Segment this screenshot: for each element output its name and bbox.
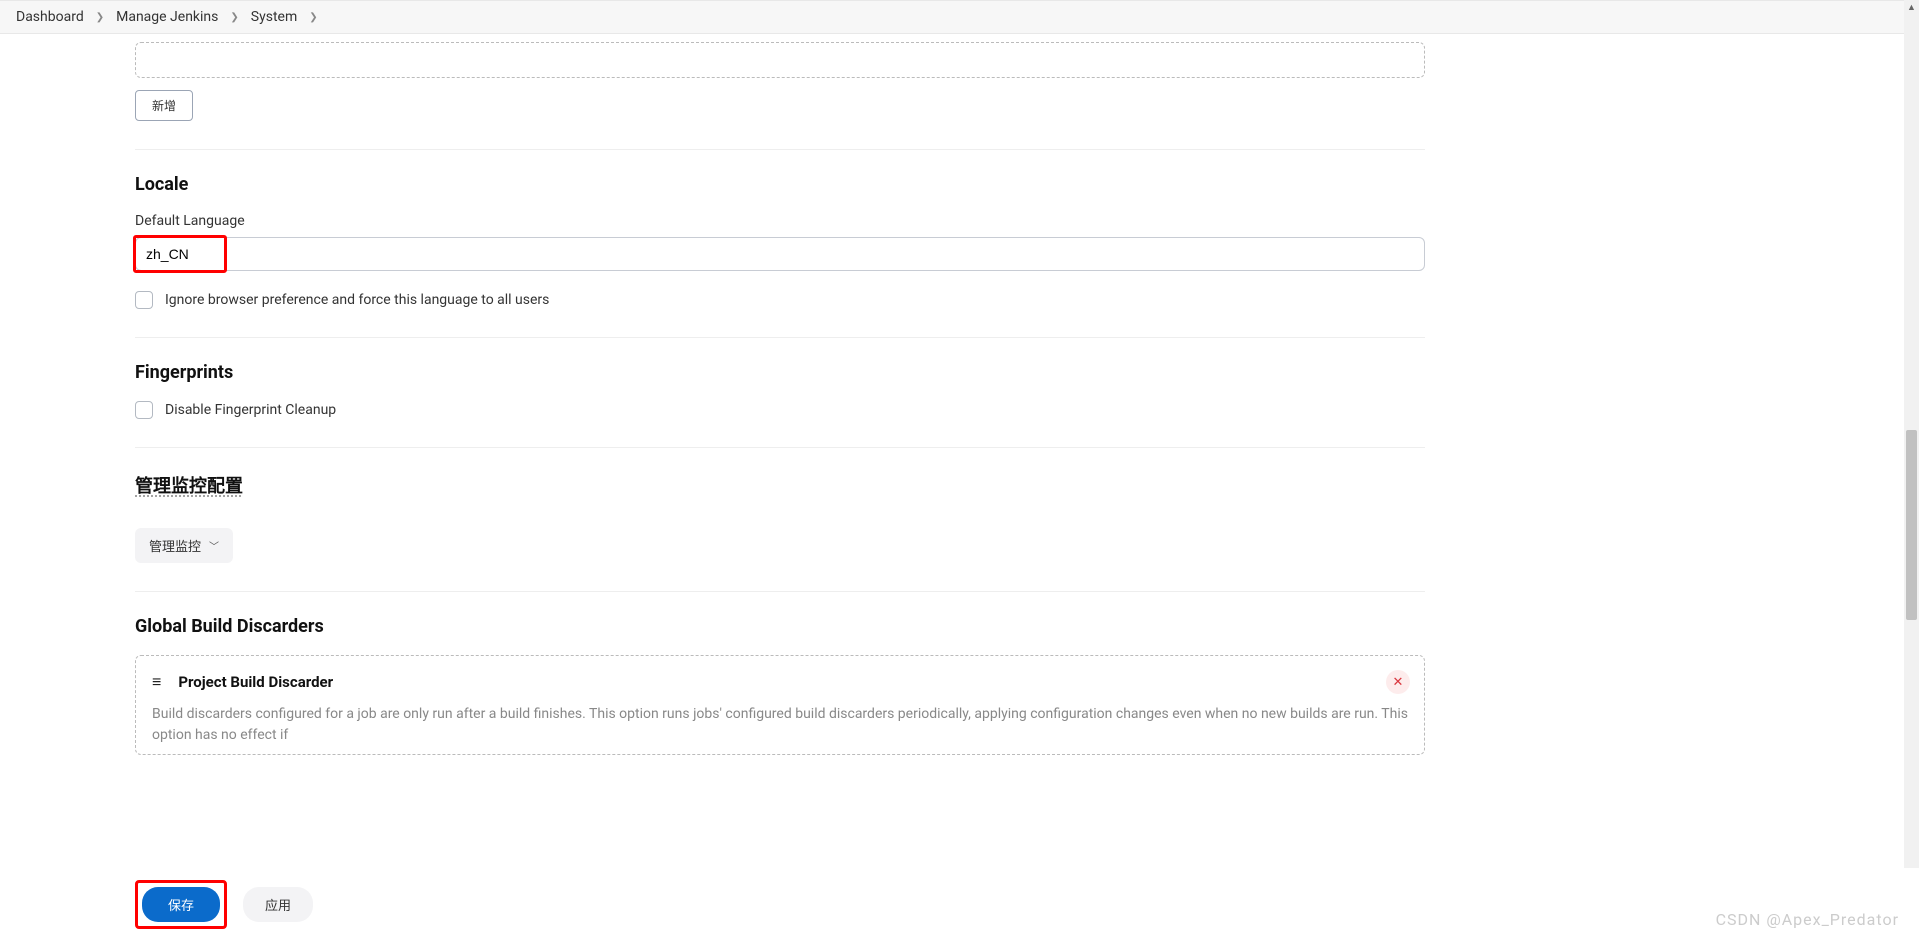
disable-fingerprint-checkbox[interactable] xyxy=(135,401,153,419)
chevron-right-icon: ❯ xyxy=(96,12,104,23)
save-button[interactable]: 保存 xyxy=(142,887,220,922)
default-language-label: Default Language xyxy=(135,213,1425,229)
chevron-right-icon: ❯ xyxy=(309,12,317,23)
close-icon: ✕ xyxy=(1393,675,1404,690)
breadcrumb-item-dashboard[interactable]: Dashboard xyxy=(16,9,84,25)
vertical-scrollbar[interactable]: ▲ ▼ xyxy=(1904,0,1919,941)
section-title-global-discarders: Global Build Discarders xyxy=(135,616,1425,637)
empty-config-box xyxy=(135,42,1425,78)
monitor-dropdown-label: 管理监控 xyxy=(149,536,201,555)
scroll-thumb[interactable] xyxy=(1906,430,1917,620)
section-fingerprints: Fingerprints Disable Fingerprint Cleanup xyxy=(135,337,1425,419)
ignore-browser-label: Ignore browser preference and force this… xyxy=(165,292,549,308)
section-title-monitor: 管理监控配置 xyxy=(135,472,1425,498)
drag-handle-icon[interactable]: ≡ xyxy=(152,672,160,692)
discarder-item: ≡ Project Build Discarder ✕ Build discar… xyxy=(135,655,1425,755)
disable-fingerprint-label: Disable Fingerprint Cleanup xyxy=(165,402,336,418)
chevron-down-icon: ﹀ xyxy=(209,538,219,553)
highlight-annotation-save: 保存 xyxy=(135,880,227,929)
remove-discarder-button[interactable]: ✕ xyxy=(1386,670,1410,694)
chevron-right-icon: ❯ xyxy=(230,12,238,23)
apply-button[interactable]: 应用 xyxy=(243,887,313,922)
ignore-browser-checkbox[interactable] xyxy=(135,291,153,309)
discarder-item-title: Project Build Discarder xyxy=(178,673,333,691)
section-title-locale: Locale xyxy=(135,174,1425,195)
default-language-input[interactable] xyxy=(135,237,1425,271)
section-locale: Locale Default Language Ignore browser p… xyxy=(135,149,1425,309)
breadcrumb: Dashboard ❯ Manage Jenkins ❯ System ❯ xyxy=(0,0,1919,34)
footer-actions: 保存 应用 xyxy=(0,868,1919,941)
breadcrumb-item-manage-jenkins[interactable]: Manage Jenkins xyxy=(116,9,218,25)
section-monitor: 管理监控配置 管理监控 ﹀ xyxy=(135,447,1425,563)
add-button[interactable]: 新增 xyxy=(135,90,193,121)
discarder-item-description: Build discarders configured for a job ar… xyxy=(152,704,1408,746)
section-title-fingerprints: Fingerprints xyxy=(135,362,1425,383)
breadcrumb-item-system[interactable]: System xyxy=(251,9,297,25)
scroll-up-icon[interactable]: ▲ xyxy=(1904,0,1919,15)
section-global-discarders: Global Build Discarders ≡ Project Build … xyxy=(135,591,1425,755)
monitor-dropdown[interactable]: 管理监控 ﹀ xyxy=(135,528,233,563)
page-content: 新增 Locale Default Language Ignore browse… xyxy=(135,42,1425,875)
